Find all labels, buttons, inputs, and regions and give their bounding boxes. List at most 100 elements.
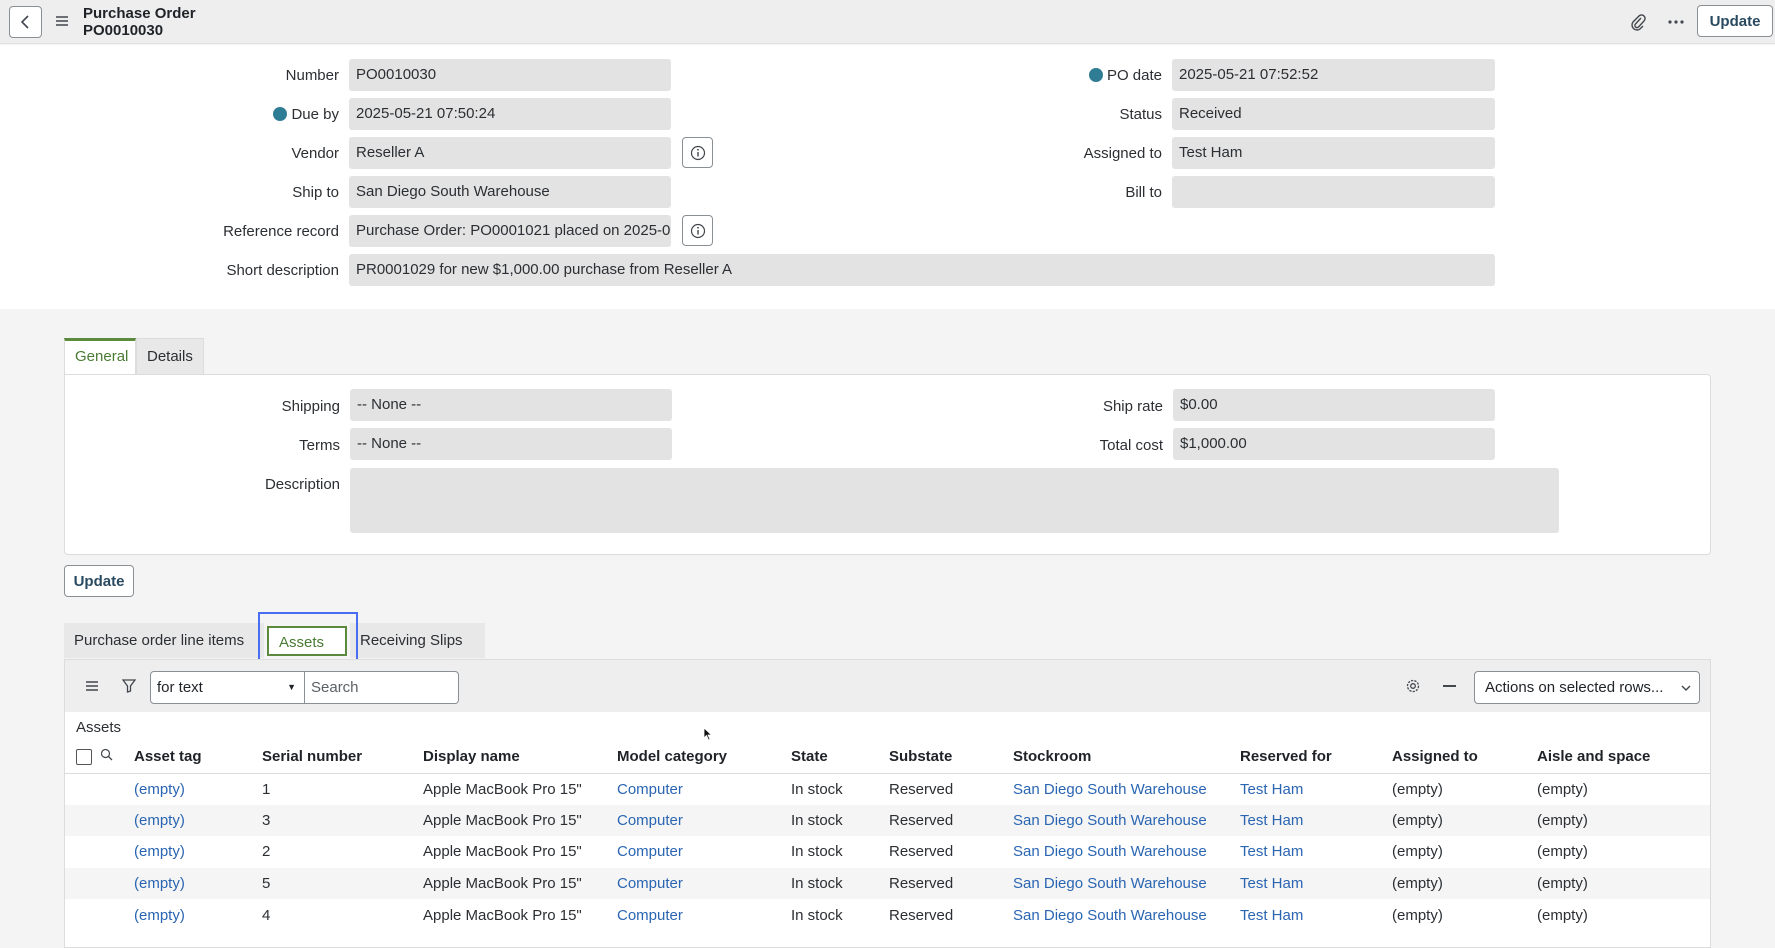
model-category-link[interactable]: Computer <box>617 804 791 837</box>
header-update-button[interactable]: Update <box>1697 5 1773 37</box>
gear-icon[interactable] <box>1405 678 1421 698</box>
row-select-cell <box>65 836 100 868</box>
ship-rate-field[interactable]: $0.00 <box>1173 389 1495 421</box>
col-display-name[interactable]: Display name <box>423 741 617 774</box>
table-header-row: Asset tag Serial number Display name Mod… <box>65 741 1710 774</box>
select-all-checkbox[interactable] <box>76 749 92 766</box>
table-row: (empty) 4 Apple MacBook Pro 15" Computer… <box>65 899 1710 931</box>
col-stockroom[interactable]: Stockroom <box>1013 741 1240 774</box>
short-description-field[interactable]: PR0001029 for new $1,000.00 purchase fro… <box>349 254 1495 286</box>
collapse-icon[interactable] <box>1443 685 1456 687</box>
model-category-link[interactable]: Computer <box>617 773 791 805</box>
filter-icon[interactable] <box>121 679 137 697</box>
stockroom-link[interactable]: San Diego South Warehouse <box>1013 804 1240 837</box>
total-cost-field[interactable]: $1,000.00 <box>1173 428 1495 460</box>
bill-to-label: Bill to <box>1125 184 1162 201</box>
col-substate[interactable]: Substate <box>889 741 1013 774</box>
asset-tag-link[interactable]: (empty) <box>134 836 262 868</box>
more-options-icon[interactable] <box>1666 12 1686 32</box>
aisle-space-cell: (empty) <box>1537 780 1588 798</box>
col-aisle-and-space[interactable]: Aisle and space <box>1537 741 1710 774</box>
search-input[interactable] <box>304 671 459 704</box>
search-field-select[interactable]: for text ▼ <box>150 671 305 704</box>
list-menu-icon[interactable] <box>85 679 99 697</box>
tab-general[interactable]: General <box>64 338 136 375</box>
list-title: Assets <box>76 719 122 736</box>
row-spacer-cell <box>100 867 134 900</box>
general-panel: Shipping -- None -- Terms -- None -- Des… <box>64 374 1711 555</box>
assigned-to-field[interactable]: Test Ham <box>1172 137 1495 169</box>
reserved-for-link[interactable]: Test Ham <box>1240 773 1392 805</box>
update-button[interactable]: Update <box>64 565 134 597</box>
model-category-link[interactable]: Computer <box>617 867 791 900</box>
display-name-cell: Apple MacBook Pro 15" <box>423 804 617 837</box>
table-row: (empty) 5 Apple MacBook Pro 15" Computer… <box>65 867 1710 900</box>
col-reserved-for[interactable]: Reserved for <box>1240 741 1392 774</box>
page-title-type: Purchase Order <box>83 5 196 22</box>
assigned-to-cell: (empty) <box>1392 780 1443 798</box>
sparkle-icon <box>273 107 288 121</box>
table-row: (empty) 3 Apple MacBook Pro 15" Computer… <box>65 804 1710 837</box>
asset-tag-link[interactable]: (empty) <box>134 804 262 837</box>
tab-purchase-order-line-items[interactable]: Purchase order line items (1) <box>64 623 264 684</box>
aisle-space-cell: (empty) <box>1537 843 1588 861</box>
search-icon[interactable] <box>100 748 113 761</box>
vendor-label: Vendor <box>291 145 339 162</box>
po-date-field[interactable]: 2025-05-21 07:52:52 <box>1172 59 1495 91</box>
assigned-to-cell: (empty) <box>1392 906 1443 924</box>
col-asset-tag[interactable]: Asset tag <box>134 741 262 774</box>
assigned-to-cell: (empty) <box>1392 867 1537 900</box>
actions-select[interactable]: Actions on selected rows... <box>1474 671 1700 704</box>
tab-details[interactable]: Details <box>136 338 204 375</box>
model-category-link[interactable]: Computer <box>617 899 791 931</box>
stockroom-link[interactable]: San Diego South Warehouse <box>1013 836 1240 868</box>
vendor-info-button[interactable] <box>682 137 713 168</box>
model-category-link[interactable]: Computer <box>617 836 791 868</box>
serial-number-cell: 4 <box>262 906 271 924</box>
po-date-label: PO date <box>1000 67 1162 84</box>
reserved-for-link[interactable]: Test Ham <box>1240 899 1392 931</box>
col-serial-number[interactable]: Serial number <box>262 741 423 774</box>
col-model-category[interactable]: Model category <box>617 741 791 774</box>
stockroom-link[interactable]: San Diego South Warehouse <box>1013 773 1240 805</box>
due-by-field[interactable]: 2025-05-21 07:50:24 <box>349 98 671 130</box>
ship-to-field[interactable]: San Diego South Warehouse <box>349 176 671 208</box>
info-icon <box>690 145 705 160</box>
assets-list: for text ▼ Actions on selected rows... A… <box>64 659 1711 948</box>
bill-to-field[interactable] <box>1172 176 1495 208</box>
back-button[interactable] <box>9 6 42 38</box>
status-label: Status <box>1119 106 1162 123</box>
reserved-for-link[interactable]: Test Ham <box>1240 836 1392 868</box>
state-cell: In stock <box>791 780 843 798</box>
reserved-for-link[interactable]: Test Ham <box>1240 804 1392 837</box>
table-row: (empty) 1 Apple MacBook Pro 15" Computer… <box>65 773 1710 805</box>
stockroom-link[interactable]: San Diego South Warehouse <box>1013 867 1240 900</box>
asset-tag-link[interactable]: (empty) <box>134 773 262 805</box>
number-field[interactable]: PO0010030 <box>349 59 671 91</box>
col-assigned-to[interactable]: Assigned to <box>1392 741 1537 774</box>
reserved-for-link[interactable]: Test Ham <box>1240 867 1392 900</box>
paperclip-icon[interactable] <box>1628 12 1648 32</box>
form-header: Purchase Order PO0010030 Update <box>0 0 1775 44</box>
menu-icon[interactable] <box>54 13 70 29</box>
stockroom-link[interactable]: San Diego South Warehouse <box>1013 899 1240 931</box>
shipping-select[interactable]: -- None -- <box>350 389 672 421</box>
reference-record-field[interactable]: Purchase Order: PO0001021 placed on 2025… <box>349 215 671 247</box>
serial-number-cell: 3 <box>262 804 423 837</box>
status-field[interactable]: Received <box>1172 98 1495 130</box>
col-state[interactable]: State <box>791 741 889 774</box>
substate-cell: Reserved <box>889 780 954 798</box>
purchase-order-form: Number PO0010030 Due by 2025-05-21 07:50… <box>0 45 1775 309</box>
terms-select[interactable]: -- None -- <box>350 428 672 460</box>
asset-tag-link[interactable]: (empty) <box>134 867 262 900</box>
tab-receiving-slips[interactable]: Receiving Slips (1) <box>350 623 485 684</box>
reference-info-button[interactable] <box>682 215 713 246</box>
row-spacer-cell <box>100 836 134 868</box>
row-spacer-cell <box>100 773 134 805</box>
vendor-field[interactable]: Reseller A <box>349 137 671 169</box>
substate-cell: Reserved <box>889 906 954 924</box>
assigned-to-label: Assigned to <box>1083 145 1162 162</box>
actions-select-value: Actions on selected rows... <box>1485 679 1664 696</box>
description-field[interactable] <box>350 468 1559 533</box>
asset-tag-link[interactable]: (empty) <box>134 899 262 931</box>
